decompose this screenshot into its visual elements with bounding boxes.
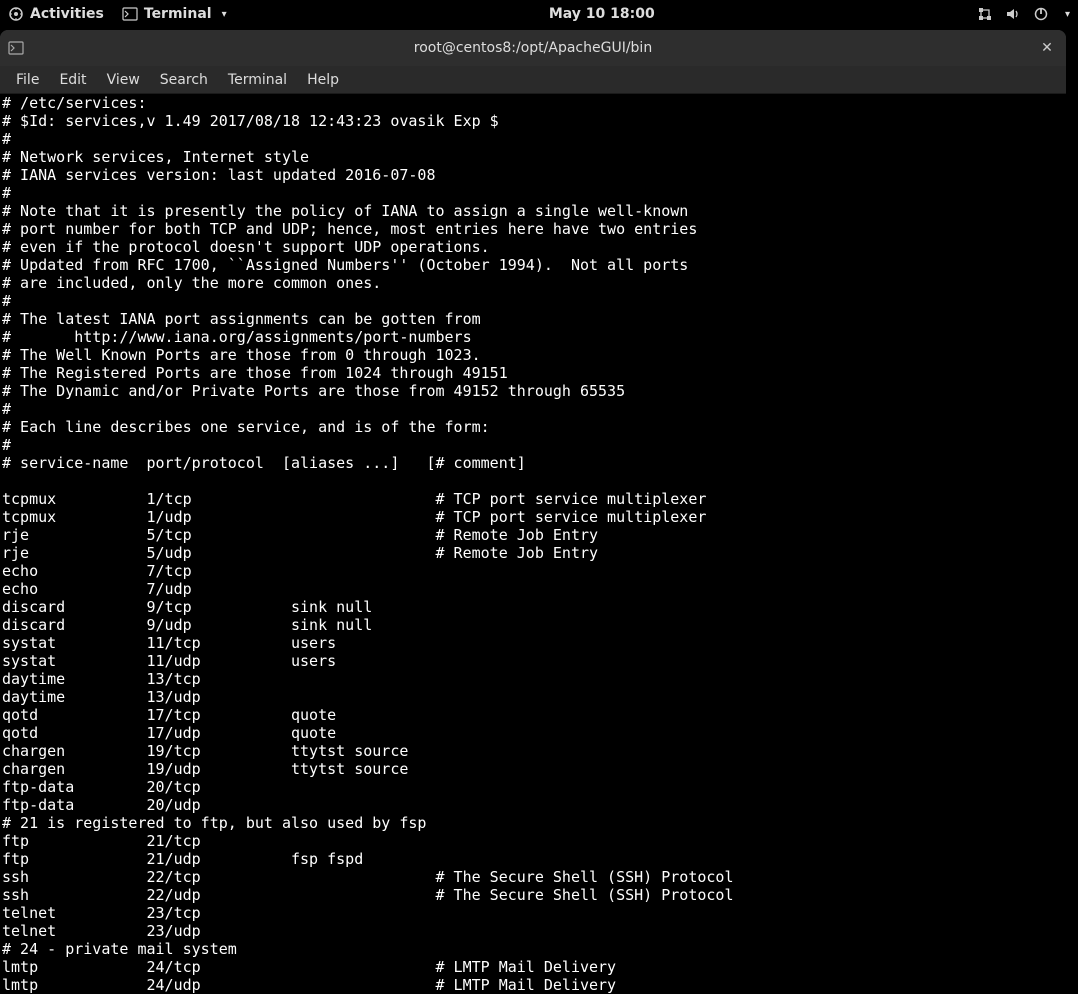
activities-label: Activities xyxy=(30,6,104,22)
panel-left: Activities Terminal ▾ xyxy=(8,6,227,22)
menu-search[interactable]: Search xyxy=(150,68,218,92)
menu-view[interactable]: View xyxy=(97,68,150,92)
menu-help[interactable]: Help xyxy=(297,68,349,92)
menubar: File Edit View Search Terminal Help xyxy=(0,66,1066,94)
close-button[interactable]: ✕ xyxy=(1038,39,1056,57)
network-icon[interactable] xyxy=(977,6,993,22)
titlebar[interactable]: root@centos8:/opt/ApacheGUI/bin ✕ xyxy=(0,30,1066,66)
system-menu-chevron-icon[interactable]: ▾ xyxy=(1065,9,1070,20)
close-icon: ✕ xyxy=(1041,40,1053,56)
terminal-content[interactable]: # /etc/services: # $Id: services,v 1.49 … xyxy=(0,94,1066,994)
window-title: root@centos8:/opt/ApacheGUI/bin xyxy=(414,40,652,56)
titlebar-left xyxy=(8,40,24,56)
terminal-window: root@centos8:/opt/ApacheGUI/bin ✕ File E… xyxy=(0,30,1066,994)
panel-right: ▾ xyxy=(977,6,1070,22)
terminal-app-label: Terminal xyxy=(144,6,212,22)
menu-terminal[interactable]: Terminal xyxy=(218,68,297,92)
menu-file[interactable]: File xyxy=(6,68,49,92)
power-icon[interactable] xyxy=(1033,6,1049,22)
activities-button[interactable]: Activities xyxy=(8,6,104,22)
clock[interactable]: May 10 18:00 xyxy=(549,6,655,22)
activities-icon xyxy=(8,6,24,22)
volume-icon[interactable] xyxy=(1005,6,1021,22)
terminal-icon xyxy=(122,6,138,22)
terminal-app-menu[interactable]: Terminal ▾ xyxy=(122,6,227,22)
chevron-down-icon: ▾ xyxy=(222,9,227,20)
top-panel: Activities Terminal ▾ May 10 18:00 xyxy=(0,0,1078,28)
menu-edit[interactable]: Edit xyxy=(49,68,96,92)
terminal-window-icon xyxy=(8,40,24,56)
